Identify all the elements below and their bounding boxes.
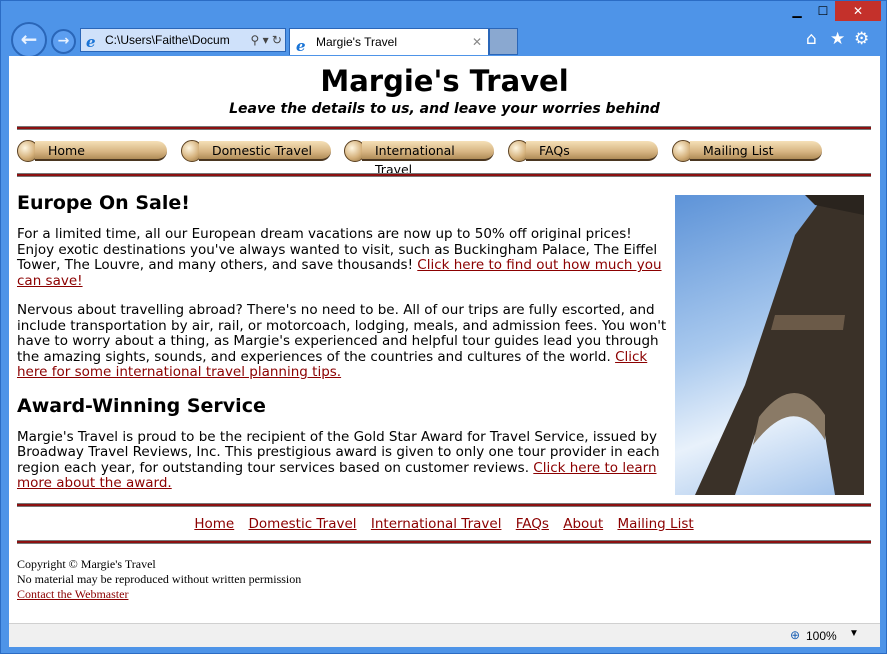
- nav-mailing-list[interactable]: Mailing List: [672, 140, 822, 162]
- divider: [17, 503, 871, 507]
- browser-window: ▁ ☐ ✕ ← → e C:\Users\Faithe\Docum ⚲ ▾ ↻ eM…: [0, 0, 887, 654]
- footer-link-about[interactable]: About: [563, 516, 603, 532]
- contact-webmaster-link[interactable]: Contact the Webmaster: [17, 587, 128, 601]
- footer-nav: Home Domestic Travel International Trave…: [17, 516, 871, 532]
- close-window-button[interactable]: ✕: [835, 1, 881, 21]
- section-heading: Europe On Sale!: [17, 192, 190, 214]
- copyright: Copyright © Margie's Travel: [17, 557, 156, 571]
- footer-link-faqs[interactable]: FAQs: [516, 516, 549, 532]
- favorites-star-icon[interactable]: ★: [830, 29, 845, 49]
- zoom-dropdown-icon[interactable]: ▼: [849, 628, 859, 639]
- notice: No material may be reproduced without wr…: [17, 572, 302, 586]
- nav-faqs[interactable]: FAQs: [508, 140, 658, 162]
- paragraph-text: Nervous about travelling abroad? There's…: [17, 302, 667, 365]
- divider: [17, 173, 871, 177]
- status-bar: ⊕ 100% ▼: [9, 623, 880, 647]
- address-text: C:\Users\Faithe\Docum: [105, 33, 230, 47]
- ie-icon: e: [86, 33, 96, 51]
- footer-info: Copyright © Margie's Travel No material …: [17, 557, 301, 602]
- paragraph: Margie's Travel is proud to be the recip…: [17, 429, 667, 492]
- back-button[interactable]: ←: [11, 22, 47, 58]
- web-page: Margie's Travel Leave the details to us,…: [9, 56, 880, 623]
- nav-home[interactable]: Home: [17, 140, 167, 162]
- nav-international-travel[interactable]: International Travel: [344, 140, 494, 177]
- paragraph: For a limited time, all our European dre…: [17, 226, 667, 289]
- nav-domestic-travel[interactable]: Domestic Travel: [181, 140, 331, 162]
- main-content: Europe On Sale! For a limited time, all …: [17, 192, 667, 506]
- footer-link-international-travel[interactable]: International Travel: [371, 516, 502, 532]
- zoom-icon[interactable]: ⊕: [790, 628, 800, 642]
- eiffel-tower-photo: [675, 195, 864, 495]
- section-heading: Award-Winning Service: [17, 394, 266, 417]
- maximize-button[interactable]: ☐: [811, 1, 835, 21]
- site-title: Margie's Travel: [320, 64, 569, 98]
- footer-link-home[interactable]: Home: [194, 516, 234, 532]
- divider: [17, 126, 871, 130]
- address-bar[interactable]: e C:\Users\Faithe\Docum ⚲ ▾ ↻: [80, 28, 286, 52]
- forward-button[interactable]: →: [51, 29, 76, 54]
- footer-link-mailing-list[interactable]: Mailing List: [617, 516, 693, 532]
- tab-margies-travel[interactable]: e Margie's Travel ✕: [289, 28, 489, 55]
- tagline: Leave the details to us, and leave your …: [229, 101, 660, 117]
- paragraph: Nervous about travelling abroad? There's…: [17, 302, 667, 381]
- settings-gear-icon[interactable]: ⚙: [854, 29, 869, 49]
- close-tab-icon[interactable]: ✕: [472, 29, 482, 55]
- zoom-level[interactable]: 100%: [806, 629, 837, 643]
- divider: [17, 540, 871, 544]
- new-tab-button[interactable]: [489, 28, 518, 55]
- search-refresh-icons[interactable]: ⚲ ▾ ↻: [250, 29, 282, 51]
- tab-title: Margie's Travel: [316, 35, 397, 49]
- home-icon[interactable]: ⌂: [806, 29, 817, 49]
- footer-link-domestic-travel[interactable]: Domestic Travel: [249, 516, 357, 532]
- minimize-button[interactable]: ▁: [787, 1, 807, 21]
